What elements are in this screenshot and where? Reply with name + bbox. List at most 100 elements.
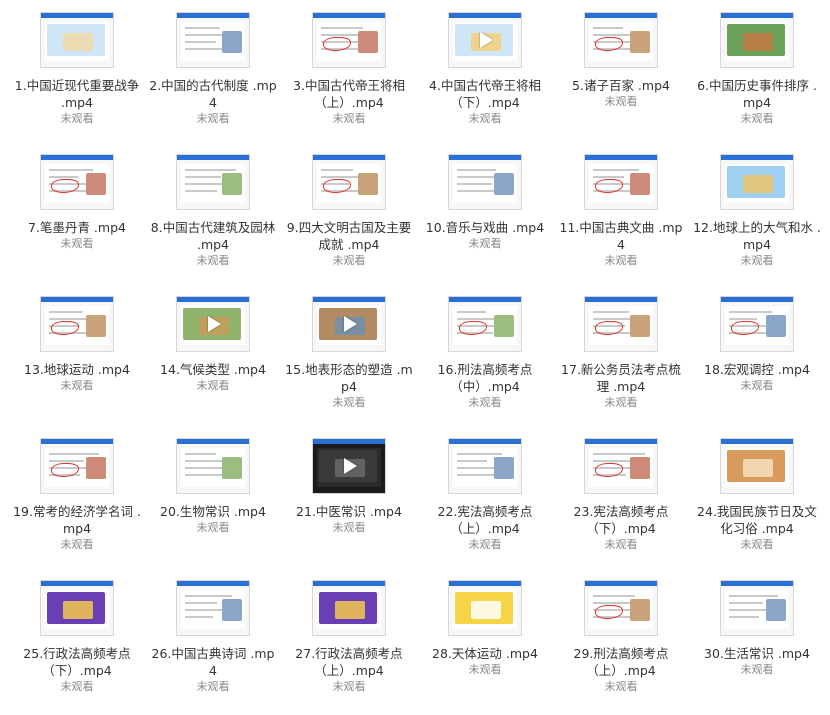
video-thumbnail[interactable] (720, 296, 794, 352)
video-tile[interactable]: 8.中国古代建筑及园林 .mp4 未观看 (148, 142, 278, 282)
video-title[interactable]: 18.宏观调控 .mp4 未观看 (692, 361, 822, 394)
video-title[interactable]: 28.天体运动 .mp4 未观看 (420, 645, 550, 678)
video-title[interactable]: 8.中国古代建筑及园林 .mp4 未观看 (148, 219, 278, 269)
video-title[interactable]: 6.中国历史事件排序 .mp4 未观看 (692, 77, 822, 127)
video-title-text[interactable]: 23.宪法高频考点（下）.mp4 (574, 504, 669, 536)
video-title[interactable]: 17.新公务员法考点梳理 .mp4 未观看 (556, 361, 686, 411)
video-thumbnail[interactable] (448, 438, 522, 494)
video-title-text[interactable]: 22.宪法高频考点（上）.mp4 (438, 504, 533, 536)
video-title[interactable]: 30.生活常识 .mp4 未观看 (692, 645, 822, 678)
video-title-text[interactable]: 2.中国的古代制度 .mp4 (149, 78, 277, 110)
video-title[interactable]: 29.刑法高频考点（上）.mp4 未观看 (556, 645, 686, 695)
video-title[interactable]: 4.中国古代帝王将相（下）.mp4 未观看 (420, 77, 550, 127)
video-thumbnail[interactable] (40, 580, 114, 636)
video-title-text[interactable]: 11.中国古典文曲 .mp4 (560, 220, 683, 252)
video-title-text[interactable]: 19.常考的经济学名词 .mp4 (13, 504, 141, 536)
video-tile[interactable]: 28.天体运动 .mp4 未观看 (420, 568, 550, 708)
video-thumbnail[interactable] (448, 12, 522, 68)
video-title-text[interactable]: 13.地球运动 .mp4 (24, 362, 130, 377)
video-title[interactable]: 19.常考的经济学名词 .mp4 未观看 (12, 503, 142, 553)
video-title[interactable]: 7.笔墨丹青 .mp4 未观看 (12, 219, 142, 252)
video-thumbnail[interactable] (720, 12, 794, 68)
video-thumbnail[interactable] (176, 438, 250, 494)
video-title-text[interactable]: 17.新公务员法考点梳理 .mp4 (561, 362, 681, 394)
video-title[interactable]: 1.中国近现代重要战争 .mp4 未观看 (12, 77, 142, 127)
video-title-text[interactable]: 28.天体运动 .mp4 (432, 646, 538, 661)
video-thumbnail[interactable] (312, 438, 386, 494)
video-title[interactable]: 11.中国古典文曲 .mp4 未观看 (556, 219, 686, 269)
video-tile[interactable]: 7.笔墨丹青 .mp4 未观看 (12, 142, 142, 282)
video-tile[interactable]: 29.刑法高频考点（上）.mp4 未观看 (556, 568, 686, 708)
video-thumbnail[interactable] (584, 296, 658, 352)
video-title[interactable]: 27.行政法高频考点（上）.mp4 未观看 (284, 645, 414, 695)
video-title[interactable]: 22.宪法高频考点（上）.mp4 未观看 (420, 503, 550, 553)
video-tile[interactable]: 21.中医常识 .mp4 未观看 (284, 426, 414, 566)
video-thumbnail[interactable] (584, 580, 658, 636)
video-thumbnail[interactable] (312, 154, 386, 210)
video-tile[interactable]: 23.宪法高频考点（下）.mp4 未观看 (556, 426, 686, 566)
video-thumbnail[interactable] (312, 12, 386, 68)
video-title[interactable]: 5.诸子百家 .mp4 未观看 (556, 77, 686, 110)
video-title-text[interactable]: 15.地表形态的塑造 .mp4 (285, 362, 413, 394)
video-title[interactable]: 23.宪法高频考点（下）.mp4 未观看 (556, 503, 686, 553)
video-thumbnail[interactable] (584, 438, 658, 494)
video-thumbnail[interactable] (176, 154, 250, 210)
video-title-text[interactable]: 12.地球上的大气和水 .mp4 (693, 220, 821, 252)
video-title-text[interactable]: 25.行政法高频考点（下）.mp4 (23, 646, 130, 678)
video-thumbnail[interactable] (720, 154, 794, 210)
video-thumbnail[interactable] (448, 580, 522, 636)
video-title-text[interactable]: 26.中国古典诗词 .mp4 (152, 646, 275, 678)
video-title-text[interactable]: 27.行政法高频考点（上）.mp4 (295, 646, 402, 678)
video-title-text[interactable]: 4.中国古代帝王将相（下）.mp4 (429, 78, 541, 110)
video-tile[interactable]: 3.中国古代帝王将相（上）.mp4 未观看 (284, 0, 414, 140)
video-thumbnail[interactable] (312, 580, 386, 636)
video-thumbnail[interactable] (40, 296, 114, 352)
video-tile[interactable]: 30.生活常识 .mp4 未观看 (692, 568, 822, 708)
video-tile[interactable]: 15.地表形态的塑造 .mp4 未观看 (284, 284, 414, 424)
video-title[interactable]: 15.地表形态的塑造 .mp4 未观看 (284, 361, 414, 411)
video-title-text[interactable]: 18.宏观调控 .mp4 (704, 362, 810, 377)
video-thumbnail[interactable] (176, 296, 250, 352)
video-tile[interactable]: 11.中国古典文曲 .mp4 未观看 (556, 142, 686, 282)
video-tile[interactable]: 24.我国民族节日及文化习俗 .mp4 未观看 (692, 426, 822, 566)
video-tile[interactable]: 1.中国近现代重要战争 .mp4 未观看 (12, 0, 142, 140)
video-title[interactable]: 12.地球上的大气和水 .mp4 未观看 (692, 219, 822, 269)
video-title[interactable]: 21.中医常识 .mp4 未观看 (284, 503, 414, 536)
video-title-text[interactable]: 7.笔墨丹青 .mp4 (28, 220, 126, 235)
video-thumbnail[interactable] (176, 580, 250, 636)
video-tile[interactable]: 9.四大文明古国及主要成就 .mp4 未观看 (284, 142, 414, 282)
video-title-text[interactable]: 29.刑法高频考点（上）.mp4 (574, 646, 669, 678)
video-title[interactable]: 2.中国的古代制度 .mp4 未观看 (148, 77, 278, 127)
video-title-text[interactable]: 6.中国历史事件排序 .mp4 (697, 78, 817, 110)
video-title-text[interactable]: 14.气候类型 .mp4 (160, 362, 266, 377)
video-title-text[interactable]: 10.音乐与戏曲 .mp4 (426, 220, 544, 235)
video-title[interactable]: 3.中国古代帝王将相（上）.mp4 未观看 (284, 77, 414, 127)
video-tile[interactable]: 6.中国历史事件排序 .mp4 未观看 (692, 0, 822, 140)
video-tile[interactable]: 13.地球运动 .mp4 未观看 (12, 284, 142, 424)
video-tile[interactable]: 25.行政法高频考点（下）.mp4 未观看 (12, 568, 142, 708)
video-tile[interactable]: 5.诸子百家 .mp4 未观看 (556, 0, 686, 140)
video-tile[interactable]: 26.中国古典诗词 .mp4 未观看 (148, 568, 278, 708)
video-thumbnail[interactable] (448, 154, 522, 210)
video-title[interactable]: 25.行政法高频考点（下）.mp4 未观看 (12, 645, 142, 695)
video-tile[interactable]: 27.行政法高频考点（上）.mp4 未观看 (284, 568, 414, 708)
video-title-text[interactable]: 5.诸子百家 .mp4 (572, 78, 670, 93)
video-thumbnail[interactable] (720, 438, 794, 494)
video-tile[interactable]: 17.新公务员法考点梳理 .mp4 未观看 (556, 284, 686, 424)
video-title[interactable]: 24.我国民族节日及文化习俗 .mp4 未观看 (692, 503, 822, 553)
video-title-text[interactable]: 20.生物常识 .mp4 (160, 504, 266, 519)
video-title[interactable]: 9.四大文明古国及主要成就 .mp4 未观看 (284, 219, 414, 269)
video-tile[interactable]: 14.气候类型 .mp4 未观看 (148, 284, 278, 424)
video-tile[interactable]: 10.音乐与戏曲 .mp4 未观看 (420, 142, 550, 282)
video-thumbnail[interactable] (40, 12, 114, 68)
video-title[interactable]: 20.生物常识 .mp4 未观看 (148, 503, 278, 536)
video-thumbnail[interactable] (584, 154, 658, 210)
video-tile[interactable]: 16.刑法高频考点（中）.mp4 未观看 (420, 284, 550, 424)
video-thumbnail[interactable] (312, 296, 386, 352)
video-tile[interactable]: 19.常考的经济学名词 .mp4 未观看 (12, 426, 142, 566)
video-tile[interactable]: 2.中国的古代制度 .mp4 未观看 (148, 0, 278, 140)
video-title-text[interactable]: 9.四大文明古国及主要成就 .mp4 (287, 220, 411, 252)
video-title[interactable]: 10.音乐与戏曲 .mp4 未观看 (420, 219, 550, 252)
video-title-text[interactable]: 16.刑法高频考点（中）.mp4 (438, 362, 533, 394)
video-title-text[interactable]: 3.中国古代帝王将相（上）.mp4 (293, 78, 405, 110)
